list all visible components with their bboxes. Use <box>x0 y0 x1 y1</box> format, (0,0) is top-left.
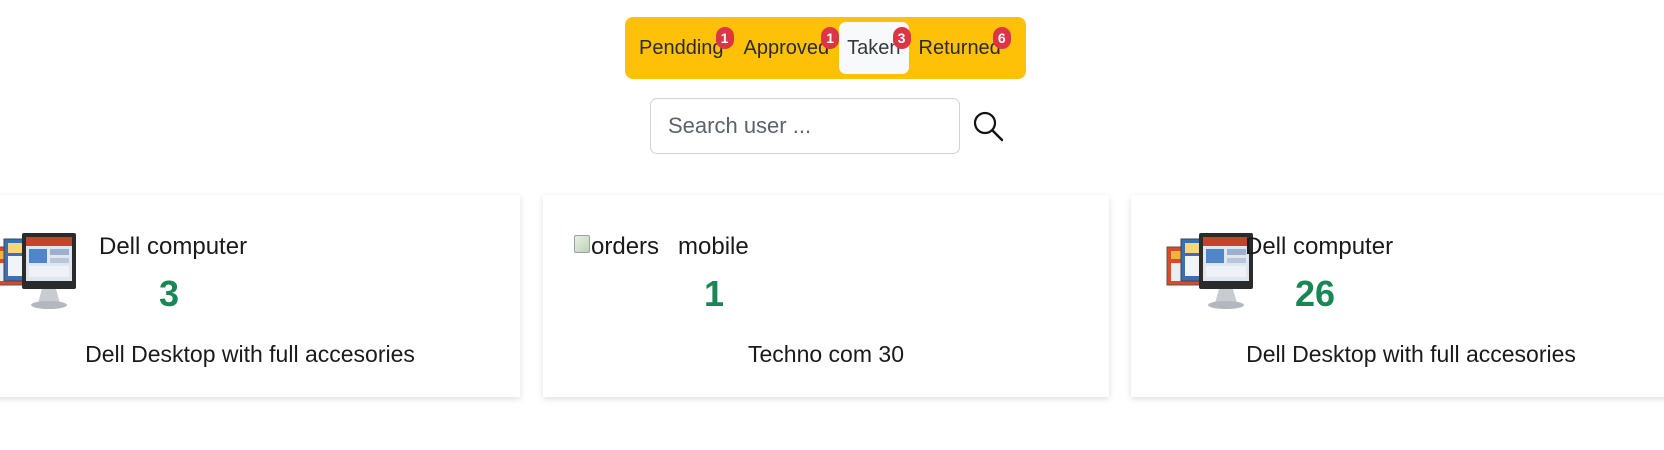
tab-taken[interactable]: Taken 3 <box>839 22 911 74</box>
tab-pendding[interactable]: Pendding 1 <box>631 22 734 74</box>
tab-label: Approved <box>743 36 830 59</box>
item-count: 26 <box>1295 273 1336 314</box>
search-button[interactable] <box>970 106 1006 146</box>
status-tabs: Pendding 1 Approved 1 Taken 3 Returned 6 <box>625 17 1026 79</box>
item-card[interactable]: Dell computer 3 Dell Desktop with full a… <box>0 195 520 397</box>
item-description: Dell Desktop with full accesories <box>1246 341 1576 367</box>
image-alt-text: orders <box>591 233 660 260</box>
desktop-computer-image <box>0 233 76 309</box>
search-input[interactable] <box>650 98 960 154</box>
tab-label: Returned <box>918 36 1001 59</box>
item-name: mobile <box>678 233 749 260</box>
count-badge: 3 <box>892 27 911 49</box>
tab-label: Pendding <box>639 36 724 59</box>
item-name: Dell computer <box>1245 233 1394 260</box>
tab-approved[interactable]: Approved 1 <box>736 22 840 74</box>
broken-image: orders <box>574 233 659 261</box>
item-card[interactable]: orders mobile 1 Techno com 30 <box>543 195 1109 397</box>
item-description: Techno com 30 <box>748 341 904 367</box>
item-count: 3 <box>159 273 180 314</box>
search-bar <box>650 98 1006 154</box>
count-badge: 1 <box>821 27 840 49</box>
tab-returned[interactable]: Returned 6 <box>911 22 1011 74</box>
search-icon <box>973 111 1004 142</box>
broken-image-icon <box>574 235 590 253</box>
count-badge: 6 <box>992 27 1011 49</box>
item-card[interactable]: Dell computer 26 Dell Desktop with full … <box>1131 195 1664 397</box>
item-count: 1 <box>704 273 725 314</box>
count-badge: 1 <box>715 27 734 49</box>
item-name: Dell computer <box>99 233 248 260</box>
item-description: Dell Desktop with full accesories <box>85 341 415 367</box>
